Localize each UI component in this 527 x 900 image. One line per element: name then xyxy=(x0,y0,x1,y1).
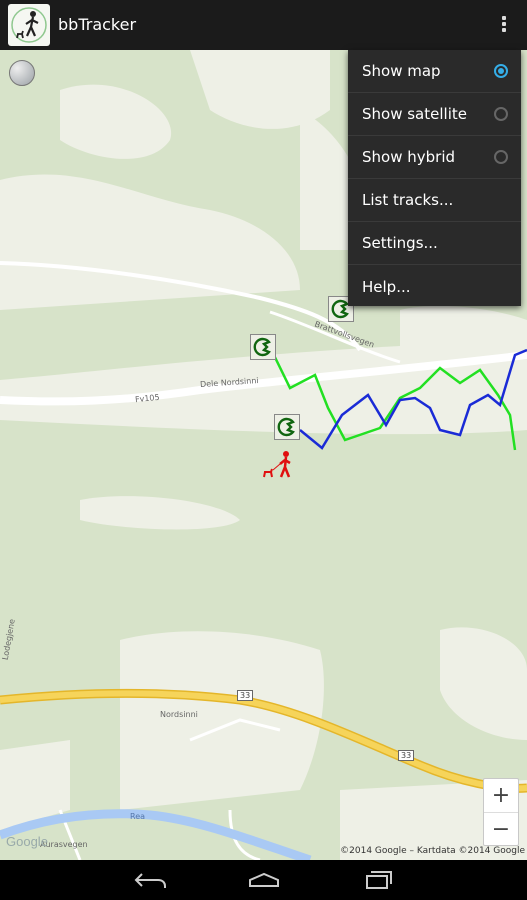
menu-item-settings[interactable]: Settings... xyxy=(348,222,521,265)
route-badge: 33 xyxy=(398,750,415,761)
back-icon[interactable] xyxy=(130,868,170,892)
compass-icon[interactable] xyxy=(9,60,35,86)
zoom-in-button[interactable]: + xyxy=(484,779,518,813)
menu-item-show-map[interactable]: Show map xyxy=(348,50,521,93)
app-title: bbTracker xyxy=(58,15,137,34)
walker-dog-icon[interactable] xyxy=(8,4,50,46)
zoom-controls: + − xyxy=(483,778,519,846)
home-icon[interactable] xyxy=(244,868,284,892)
radio-selected-icon[interactable] xyxy=(494,64,508,78)
radio-icon[interactable] xyxy=(494,150,508,164)
menu-item-list-tracks[interactable]: List tracks... xyxy=(348,179,521,222)
menu-item-label: Show map xyxy=(362,62,441,80)
menu-item-label: Settings... xyxy=(362,234,438,252)
road-label: Nordsinni xyxy=(160,710,198,719)
google-logo: Google xyxy=(6,834,48,849)
radio-icon[interactable] xyxy=(494,107,508,121)
recents-icon[interactable] xyxy=(357,868,397,892)
menu-item-label: Show hybrid xyxy=(362,148,456,166)
menu-item-label: Help... xyxy=(362,277,411,296)
overflow-menu-icon[interactable] xyxy=(499,14,509,36)
menu-item-help[interactable]: Help... xyxy=(348,265,521,308)
menu-item-show-hybrid[interactable]: Show hybrid xyxy=(348,136,521,179)
overflow-menu: Show map Show satellite Show hybrid List… xyxy=(348,50,521,306)
waypoint-icon[interactable] xyxy=(274,414,300,440)
menu-item-show-satellite[interactable]: Show satellite xyxy=(348,93,521,136)
river-label: Rea xyxy=(130,812,146,821)
route-badge: 33 xyxy=(237,690,254,701)
menu-item-label: Show satellite xyxy=(362,105,467,123)
navigation-bar xyxy=(0,860,527,900)
action-bar: bbTracker xyxy=(0,0,527,50)
walker-icon xyxy=(262,450,296,480)
waypoint-icon[interactable] xyxy=(250,334,276,360)
map-copyright: ©2014 Google – Kartdata ©2014 Google xyxy=(340,846,525,856)
zoom-out-button[interactable]: − xyxy=(484,813,518,846)
menu-item-label: List tracks... xyxy=(362,191,454,209)
